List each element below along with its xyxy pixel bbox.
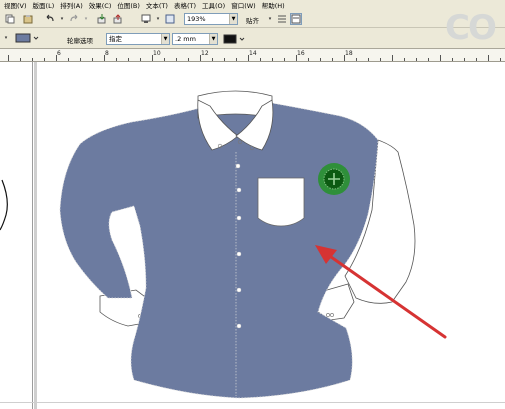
shirt-button	[236, 287, 242, 293]
offpage-curve	[0, 179, 8, 231]
artwork-layer	[0, 90, 447, 399]
shirt-button	[236, 215, 242, 221]
shirt-button	[236, 323, 242, 329]
sleeve-button	[118, 300, 122, 304]
shirt-button	[236, 251, 242, 257]
shirt-button	[235, 163, 241, 169]
shirt-button	[236, 187, 242, 193]
shirt-pocket	[257, 177, 305, 227]
sleeve-button	[324, 306, 328, 310]
